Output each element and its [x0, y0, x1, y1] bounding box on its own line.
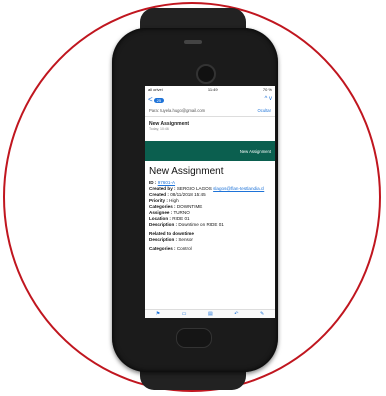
status-bar: all orivei 11:49 70 %: [145, 86, 275, 93]
id-link[interactable]: 97601-A: [158, 180, 175, 185]
battery-text: 70 %: [262, 87, 272, 92]
clock-text: 11:49: [207, 87, 218, 92]
to-address: tuyela.hugo@gmail.com: [160, 108, 206, 113]
back-chevron-icon[interactable]: <: [148, 96, 153, 104]
mail-toolbar: ⚑ ▭ ▤ ↶ ✎: [145, 309, 275, 318]
mail-nav-bar: < 25 ^ v: [145, 93, 275, 107]
email-date: Today, 10:46: [149, 127, 169, 131]
email-body: New Assignment ID : 97601-A Created by :…: [145, 161, 275, 257]
hide-details-link[interactable]: Ocultar: [258, 108, 272, 113]
front-camera-icon: [196, 64, 216, 84]
to-label: Para:: [149, 108, 160, 113]
email-subject: New Assignment: [149, 121, 190, 127]
categories2-row: Categories : Control: [149, 246, 192, 251]
reply-icon[interactable]: ↶: [234, 311, 238, 317]
compose-icon[interactable]: ✎: [260, 311, 264, 317]
inbox-count-badge[interactable]: 25: [153, 97, 165, 103]
body-title: New Assignment: [149, 166, 224, 177]
message-nav-arrows[interactable]: ^ v: [265, 96, 273, 102]
recipient-line: Para: tuyela.hugo@gmail.com Ocultar: [145, 107, 275, 114]
archive-icon[interactable]: ▤: [208, 311, 213, 317]
phone-screen: all orivei 11:49 70 % < 25 ^ v Para: tuy…: [145, 86, 275, 318]
carrier-text: all orivei: [148, 87, 163, 92]
flag-icon[interactable]: ⚑: [156, 311, 160, 317]
up-arrow-icon[interactable]: ^: [265, 96, 268, 102]
creator-email-link[interactable]: slagos@flan-testlandia.cl: [213, 186, 264, 191]
home-button[interactable]: [176, 328, 212, 348]
down-arrow-icon[interactable]: v: [269, 96, 272, 102]
email-banner: New Assignment: [145, 141, 275, 161]
speaker-grille: [184, 40, 202, 44]
banner-label: New Assignment: [239, 148, 271, 154]
divider: [145, 116, 275, 117]
folder-icon[interactable]: ▭: [182, 311, 187, 317]
